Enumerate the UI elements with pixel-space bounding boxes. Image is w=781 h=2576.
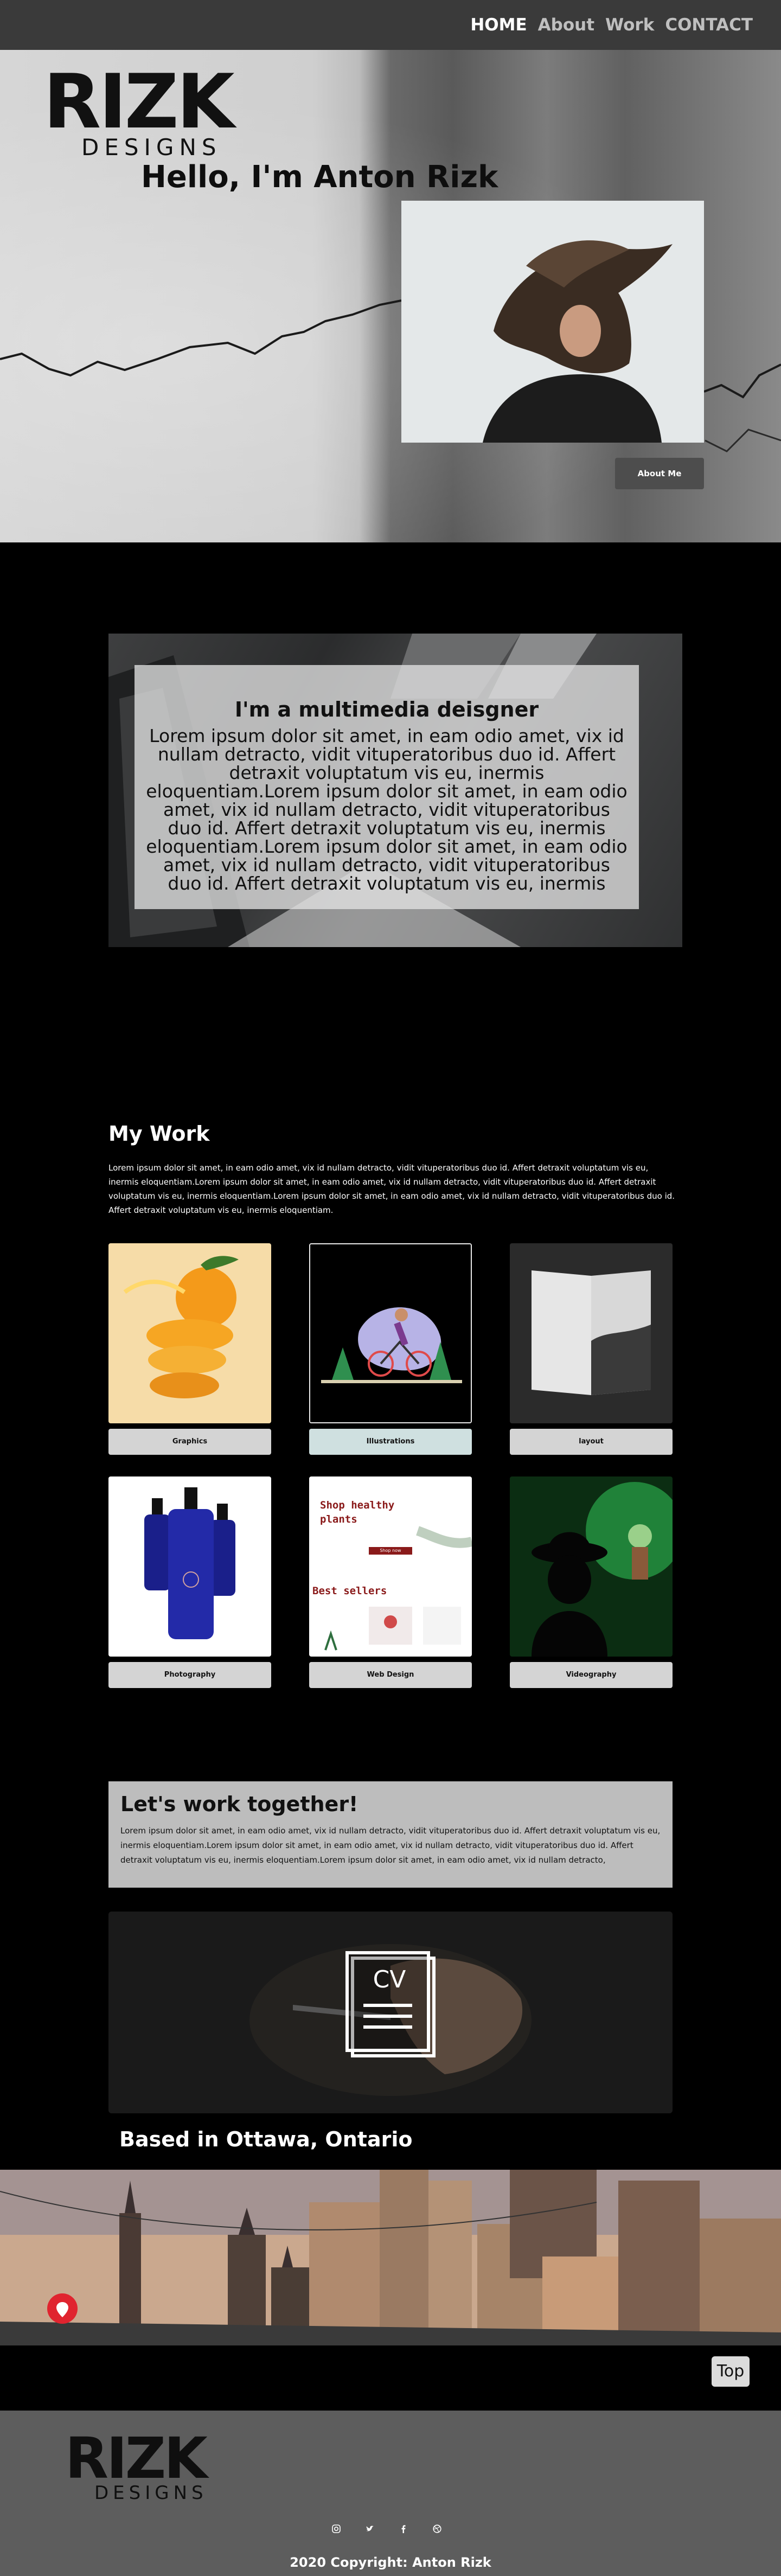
intro-section: I'm a multimedia deisgner Lorem ipsum do… xyxy=(108,634,682,947)
nav-work-link[interactable]: Work xyxy=(605,15,654,35)
footer-logo[interactable]: RIZK DESIGNS xyxy=(65,2425,208,2503)
twitter-icon[interactable] xyxy=(364,2524,375,2535)
web-design-thumbnail[interactable]: Shop healthy plants Shop now Best seller… xyxy=(309,1476,472,1657)
location-title: Based in Ottawa, Ontario xyxy=(119,2127,413,2151)
work-card-photography[interactable]: Photography xyxy=(108,1476,271,1688)
nav-links: HOME About Work CONTACT xyxy=(470,15,753,35)
intro-title: I'm a multimedia deisgner xyxy=(234,698,539,721)
nav-home-link[interactable]: HOME xyxy=(470,15,527,35)
graphics-thumbnail[interactable] xyxy=(108,1243,271,1423)
cv-download-banner[interactable]: CV xyxy=(108,1912,673,2113)
intro-text: Lorem ipsum dolor sit amet, in eam odio … xyxy=(146,725,628,894)
layout-label[interactable]: layout xyxy=(510,1429,673,1455)
graphics-label[interactable]: Graphics xyxy=(108,1429,271,1455)
site-logo[interactable]: RIZK DESIGNS xyxy=(43,58,235,159)
web-design-label[interactable]: Web Design xyxy=(309,1662,472,1688)
work-card-web-design[interactable]: Shop healthy plants Shop now Best seller… xyxy=(309,1476,472,1688)
videography-thumbnail[interactable] xyxy=(510,1476,673,1657)
photography-thumbnail[interactable] xyxy=(108,1476,271,1657)
nav-about-link[interactable]: About xyxy=(538,15,594,35)
back-to-top-button[interactable]: Top xyxy=(712,2356,750,2387)
work-card-videography[interactable]: Videography xyxy=(510,1476,673,1688)
layout-thumbnail[interactable] xyxy=(510,1243,673,1423)
illustrations-thumbnail[interactable] xyxy=(309,1243,472,1423)
top-navbar: HOME About Work CONTACT xyxy=(0,0,781,50)
portrait-photo xyxy=(401,201,704,443)
dribbble-icon[interactable] xyxy=(432,2524,443,2535)
together-title: Let's work together! xyxy=(120,1792,359,1816)
hero-title: Hello, I'm Anton Rizk xyxy=(141,159,498,195)
videography-label[interactable]: Videography xyxy=(510,1662,673,1688)
work-card-illustrations[interactable]: Illustrations xyxy=(309,1243,472,1455)
instagram-icon[interactable] xyxy=(331,2524,342,2535)
copyright-text: 2020 Copyright: Anton Rizk xyxy=(290,2555,491,2570)
facebook-icon[interactable] xyxy=(398,2524,409,2535)
together-text: Lorem ipsum dolor sit amet, in eam odio … xyxy=(120,1826,661,1865)
work-card-layout[interactable]: layout xyxy=(510,1243,673,1455)
intro-card: I'm a multimedia deisgner Lorem ipsum do… xyxy=(135,665,639,909)
work-card-graphics[interactable]: Graphics xyxy=(108,1243,271,1455)
ottawa-skyline-image xyxy=(0,2170,781,2345)
footer: RIZK DESIGNS xyxy=(0,2411,781,2576)
footer-logo-text: RIZK xyxy=(65,2425,208,2491)
hero-section: RIZK DESIGNS Hello, I'm Anton Rizk About… xyxy=(0,50,781,542)
social-links xyxy=(331,2524,443,2535)
about-me-button[interactable]: About Me xyxy=(615,458,704,489)
photography-label[interactable]: Photography xyxy=(108,1662,271,1688)
cv-label: CV xyxy=(373,1966,406,1993)
my-work-text: Lorem ipsum dolor sit amet, in eam odio … xyxy=(108,1163,675,1215)
my-work-title: My Work xyxy=(108,1122,210,1146)
nav-contact-link[interactable]: CONTACT xyxy=(665,15,753,35)
illustrations-label[interactable]: Illustrations xyxy=(309,1429,472,1455)
logo-text: RIZK xyxy=(43,58,235,145)
lets-work-together-box: Let's work together! Lorem ipsum dolor s… xyxy=(108,1781,673,1888)
